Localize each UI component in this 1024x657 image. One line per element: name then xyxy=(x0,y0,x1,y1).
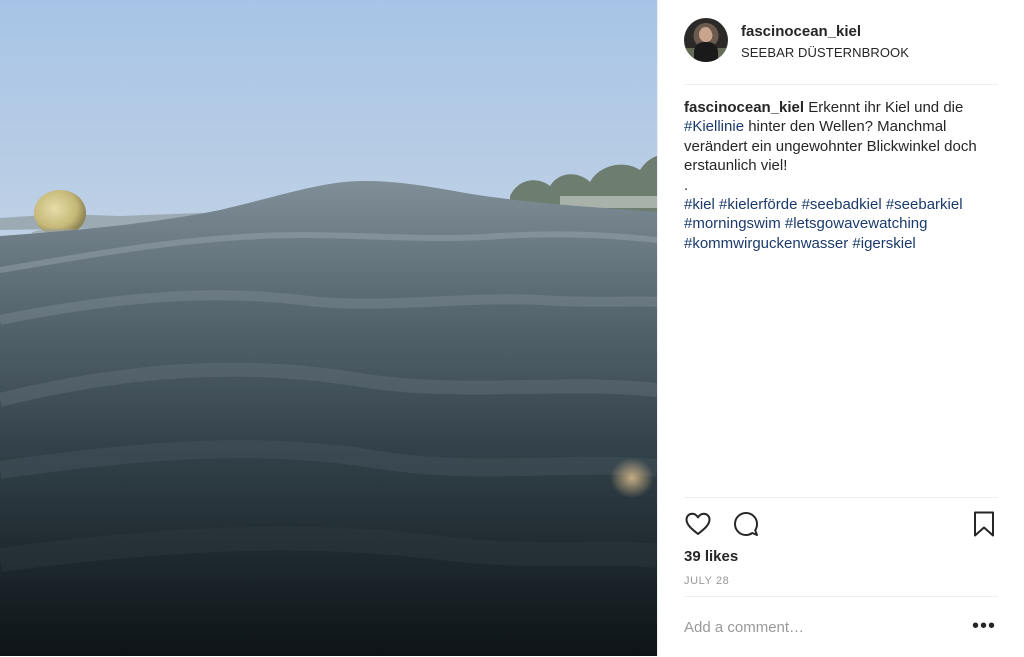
post-photo[interactable] xyxy=(0,0,657,656)
hashtag-link[interactable]: #kiel xyxy=(684,196,715,213)
avatar-figure xyxy=(694,42,718,62)
caption-username-link[interactable]: fascinocean_kiel xyxy=(684,99,804,116)
comment-button[interactable] xyxy=(732,510,760,538)
comment-bar: ••• xyxy=(684,596,998,657)
comment-icon xyxy=(734,512,758,536)
post-location-link[interactable]: SEEBAR DÜSTERNBROOK xyxy=(741,45,909,60)
add-comment-input[interactable] xyxy=(684,615,964,639)
heart-icon xyxy=(685,512,711,535)
post-header: fascinocean_kiel SEEBAR DÜSTERNBROOK xyxy=(684,18,998,85)
more-options-button[interactable]: ••• xyxy=(972,616,996,636)
hashtag-link[interactable]: #seebadkiel xyxy=(802,196,882,213)
bookmark-icon xyxy=(974,511,994,537)
caption-text: Erkennt ihr Kiel und die xyxy=(804,99,964,116)
post-actions: 39 likes JULY 28 xyxy=(684,497,998,596)
avatar-face xyxy=(699,27,712,42)
instagram-post: fascinocean_kiel SEEBAR DÜSTERNBROOK fas… xyxy=(0,0,1024,656)
avatar[interactable] xyxy=(684,18,728,62)
hashtag-link[interactable]: #seebarkiel xyxy=(886,196,963,213)
likes-count-link[interactable]: 39 likes xyxy=(684,548,738,565)
hashtag-link[interactable]: #kielerförde xyxy=(719,196,797,213)
caption-dot: . xyxy=(684,176,689,194)
hashtag-link[interactable]: #kommwirguckenwasser xyxy=(684,235,848,252)
post-username-link[interactable]: fascinocean_kiel xyxy=(741,23,861,40)
post-side-panel: fascinocean_kiel SEEBAR DÜSTERNBROOK fas… xyxy=(657,0,1024,656)
like-button[interactable] xyxy=(684,510,712,538)
save-button[interactable] xyxy=(970,510,998,538)
hashtag-link[interactable]: #igerskiel xyxy=(852,235,915,252)
hashtag-link[interactable]: #morningswim xyxy=(684,215,781,232)
hashtag-link[interactable]: #letsgowavewatching xyxy=(785,215,928,232)
more-options-icon: ••• xyxy=(971,615,996,637)
post-date[interactable]: JULY 28 xyxy=(684,575,729,587)
hashtag-link[interactable]: #Kiellinie xyxy=(684,118,744,135)
post-caption: fascinocean_kiel Erkennt ihr Kiel und di… xyxy=(684,98,1004,253)
wave-photo-graphic xyxy=(0,0,657,656)
